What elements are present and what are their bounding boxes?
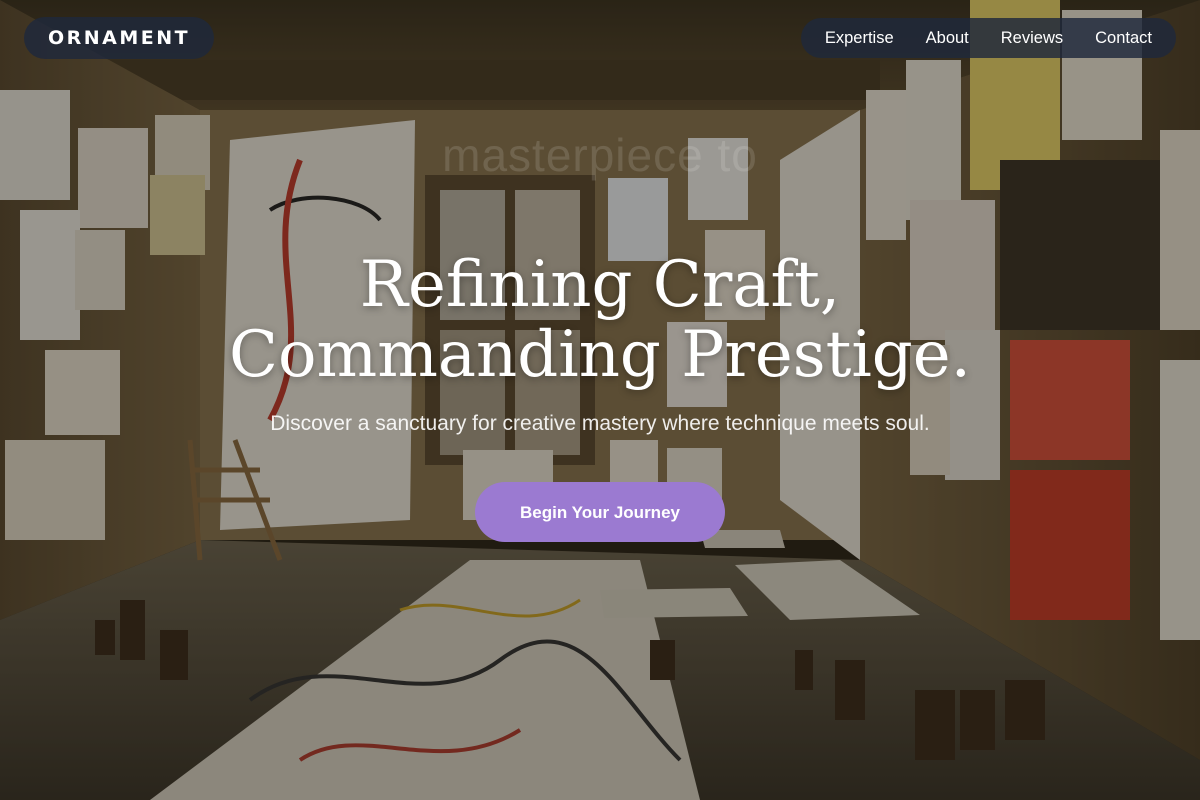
- nav-item-about[interactable]: About: [910, 18, 985, 58]
- hero-section: ORNAMENT Expertise About Reviews Contact…: [0, 0, 1200, 800]
- hero-headline: Refining Craft, Commanding Prestige.: [0, 250, 1200, 390]
- begin-journey-button[interactable]: Begin Your Journey: [475, 482, 725, 542]
- main-nav: Expertise About Reviews Contact: [800, 18, 1176, 58]
- hero-content: Refining Craft, Commanding Prestige. Dis…: [0, 250, 1200, 542]
- hero-subtitle: Discover a sanctuary for creative master…: [270, 412, 930, 435]
- ghost-background-text: masterpiece to: [442, 129, 758, 181]
- nav-item-contact[interactable]: Contact: [1079, 18, 1168, 58]
- nav-item-reviews[interactable]: Reviews: [985, 18, 1079, 58]
- headline-line-2: Commanding Prestige.: [229, 318, 971, 392]
- nav-item-expertise[interactable]: Expertise: [809, 18, 910, 58]
- brand-logo[interactable]: ORNAMENT: [24, 17, 215, 59]
- headline-line-1: Refining Craft,: [359, 248, 841, 322]
